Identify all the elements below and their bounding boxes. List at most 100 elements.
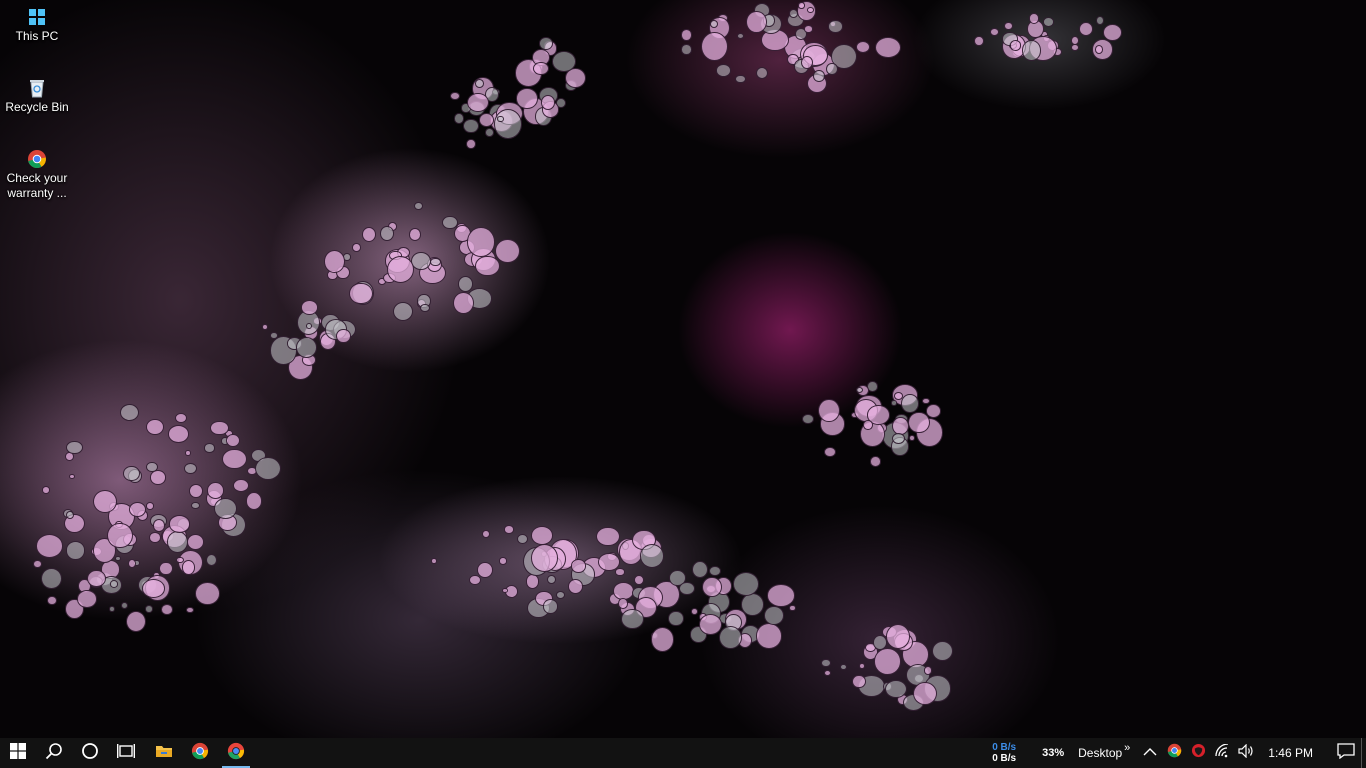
wallpaper-bubble bbox=[233, 478, 249, 492]
wallpaper-bubble bbox=[755, 623, 782, 649]
wallpaper-bubble bbox=[701, 576, 723, 598]
wallpaper-bubble bbox=[186, 534, 204, 550]
wallpaper-bubble bbox=[1022, 40, 1041, 61]
desktop-icon-check-warranty[interactable]: Check your warranty ... bbox=[2, 148, 72, 201]
desktop-icon-this-pc[interactable]: This PC bbox=[2, 6, 72, 44]
wallpaper-bubble bbox=[823, 446, 836, 458]
wallpaper-bubble bbox=[166, 531, 188, 553]
task-view-button[interactable] bbox=[108, 738, 144, 768]
battery-percent[interactable]: 33% bbox=[1042, 747, 1064, 759]
tray-security-app-button[interactable] bbox=[1186, 738, 1210, 768]
wallpaper-bubble bbox=[764, 606, 784, 625]
desktop-toolbar[interactable]: Desktop bbox=[1078, 746, 1122, 760]
wallpaper-bubble bbox=[540, 95, 555, 110]
search-button[interactable] bbox=[36, 738, 72, 768]
wallpaper-bubble bbox=[92, 490, 117, 514]
desktop-icon-recycle-bin[interactable]: Recycle Bin bbox=[2, 77, 72, 115]
wallpaper-bubble bbox=[458, 276, 474, 292]
wallpaper-bubble bbox=[476, 561, 494, 579]
wallpaper-bubble bbox=[108, 605, 115, 613]
wallpaper-bubble bbox=[709, 566, 722, 577]
taskbar-app-file-explorer[interactable] bbox=[146, 738, 182, 768]
wallpaper-bubble bbox=[615, 568, 625, 576]
taskbar-app-chrome-canary[interactable] bbox=[218, 738, 254, 768]
wallpaper-bubble bbox=[32, 559, 42, 569]
wallpaper-bubble bbox=[517, 533, 529, 544]
wallpaper-bubble bbox=[125, 610, 146, 632]
network-speed-meter[interactable]: 0 B/s 0 B/s bbox=[976, 742, 1016, 764]
wallpaper-bubble bbox=[41, 486, 51, 494]
wallpaper-bubble bbox=[481, 529, 490, 538]
taskbar-clock[interactable]: 1:46 PM bbox=[1268, 746, 1313, 760]
wallpaper-bubble bbox=[922, 397, 930, 404]
wallpaper-bubble bbox=[735, 74, 746, 84]
wallpaper-bubble bbox=[1028, 13, 1040, 24]
cortana-button[interactable] bbox=[72, 738, 108, 768]
wallpaper-bubble bbox=[828, 20, 843, 33]
net-download-speed: 0 B/s bbox=[992, 753, 1017, 764]
wallpaper-bubble bbox=[159, 561, 173, 576]
system-tray: 0 B/s 0 B/s 33% Desktop » 1:46 PM bbox=[976, 738, 1366, 768]
show-hidden-icons-button[interactable] bbox=[1138, 738, 1162, 768]
wallpaper-bubble bbox=[1042, 17, 1054, 27]
wallpaper-bubble bbox=[504, 525, 515, 534]
wallpaper-bubble bbox=[301, 300, 319, 315]
wallpaper-bubble bbox=[254, 456, 282, 481]
wallpaper-bubble bbox=[296, 336, 318, 358]
wallpaper-bubble bbox=[691, 560, 709, 579]
wallpaper-bubble bbox=[890, 400, 898, 406]
net-upload-speed: 0 B/s bbox=[992, 742, 1017, 753]
wallpaper-bubble bbox=[120, 601, 129, 610]
desktop-toolbar-overflow[interactable]: » bbox=[1124, 742, 1130, 754]
wallpaper-bubble bbox=[66, 440, 84, 455]
wallpaper-bubble bbox=[305, 322, 312, 329]
speaker-icon bbox=[1238, 743, 1254, 763]
wallpaper-bubble bbox=[555, 591, 565, 600]
wallpaper-bubble bbox=[183, 462, 198, 475]
wallpaper-bubble bbox=[740, 593, 765, 617]
wallpaper-bubble bbox=[567, 578, 584, 594]
wallpaper-bubble bbox=[203, 443, 216, 453]
wallpaper-bubble bbox=[168, 515, 190, 533]
folder-icon bbox=[155, 743, 173, 764]
wallpaper-bubble bbox=[484, 128, 494, 138]
wallpaper-bubble bbox=[718, 626, 742, 650]
wallpaper-bubble bbox=[909, 434, 916, 442]
tray-volume-button[interactable] bbox=[1234, 738, 1258, 768]
wallpaper-bubble bbox=[856, 40, 871, 53]
tray-chrome-icon-button[interactable] bbox=[1162, 738, 1186, 768]
action-center-button[interactable] bbox=[1331, 738, 1361, 768]
wallpaper-bubble bbox=[262, 324, 269, 331]
show-desktop-button[interactable] bbox=[1361, 738, 1366, 768]
wallpaper-bubble bbox=[755, 66, 769, 79]
wallpaper-bubble bbox=[144, 605, 154, 614]
wallpaper-bubble bbox=[475, 255, 500, 277]
this-pc-icon bbox=[26, 6, 48, 28]
wallpaper-bubble bbox=[411, 251, 432, 270]
wallpaper-bubble bbox=[863, 420, 873, 430]
wallpaper-bubble bbox=[119, 403, 140, 422]
cortana-circle-icon bbox=[81, 742, 99, 765]
wallpaper-bubble bbox=[40, 567, 62, 590]
wallpaper-bubble bbox=[145, 501, 155, 510]
task-view-icon bbox=[116, 743, 135, 764]
wallpaper-bubble bbox=[1095, 16, 1104, 25]
wallpaper-bubble bbox=[463, 119, 479, 134]
wallpaper-bubble bbox=[620, 608, 644, 630]
wallpaper-bubble bbox=[633, 575, 644, 586]
taskbar-app-chrome[interactable] bbox=[182, 738, 218, 768]
wallpaper-bubble bbox=[152, 518, 166, 532]
start-button[interactable] bbox=[0, 738, 36, 768]
wallpaper-bubble bbox=[408, 228, 421, 241]
wallpaper-bubble bbox=[392, 301, 414, 322]
wallpaper-bubble bbox=[701, 31, 728, 61]
wallpaper-bubble bbox=[184, 449, 191, 457]
wallpaper-bubble bbox=[361, 226, 377, 242]
wallpaper-bubble bbox=[127, 559, 136, 569]
tray-wifi-button[interactable] bbox=[1210, 738, 1234, 768]
wallpaper-bubble bbox=[47, 595, 57, 606]
wallpaper-bubble bbox=[349, 282, 373, 305]
security-shield-icon bbox=[1191, 743, 1206, 763]
wallpaper-bubble bbox=[874, 37, 901, 59]
wallpaper-bubble bbox=[467, 93, 489, 113]
